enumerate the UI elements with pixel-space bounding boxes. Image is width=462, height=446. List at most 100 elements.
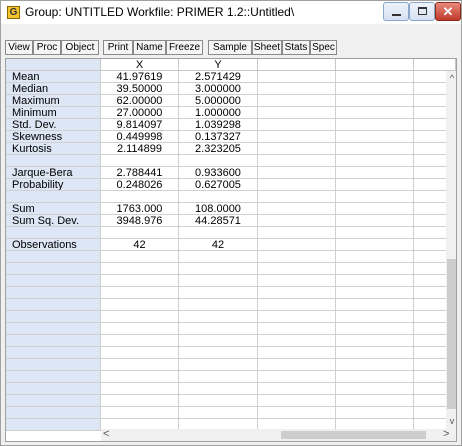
cell-empty[interactable] (258, 275, 336, 287)
cell-empty[interactable] (258, 131, 336, 143)
cell-empty[interactable] (258, 83, 336, 95)
cell-empty[interactable] (336, 371, 414, 383)
cell-y[interactable]: 44.28571 (179, 215, 258, 227)
cell-x[interactable] (101, 275, 179, 287)
cell-empty[interactable] (258, 191, 336, 203)
cell-x[interactable] (101, 371, 179, 383)
cell-y[interactable] (179, 299, 258, 311)
cell-x[interactable] (101, 299, 179, 311)
cell-empty[interactable] (336, 83, 414, 95)
cell-empty[interactable] (336, 203, 414, 215)
cell-x[interactable]: 42 (101, 239, 179, 251)
cell-empty[interactable] (336, 311, 414, 323)
cell-empty[interactable] (258, 107, 336, 119)
minimize-button[interactable] (383, 2, 409, 21)
cell-y[interactable]: 3.000000 (179, 83, 258, 95)
cell-empty[interactable] (336, 299, 414, 311)
maximize-button[interactable] (409, 2, 435, 21)
cell-empty[interactable] (258, 155, 336, 167)
scroll-down-icon[interactable]: v (446, 416, 456, 426)
cell-y[interactable] (179, 251, 258, 263)
scroll-left-icon[interactable]: < (103, 428, 109, 440)
cell-empty[interactable] (336, 131, 414, 143)
cell-y[interactable]: 2.323205 (179, 143, 258, 155)
cell-empty[interactable] (258, 251, 336, 263)
cell-empty[interactable] (336, 95, 414, 107)
cell-y[interactable] (179, 395, 258, 407)
cell-x[interactable]: 9.814097 (101, 119, 179, 131)
cell-x[interactable] (101, 395, 179, 407)
cell-y[interactable] (179, 287, 258, 299)
cell-empty[interactable] (336, 119, 414, 131)
scroll-up-icon[interactable]: ^ (446, 73, 456, 83)
vertical-scrollbar[interactable]: ^ v (446, 71, 456, 429)
cell-y[interactable] (179, 275, 258, 287)
spreadsheet-grid[interactable]: X Y Mean 41.97619 2.571429 Median 39.50000 3.… (5, 58, 457, 442)
cell-x[interactable] (101, 287, 179, 299)
cell-empty[interactable] (258, 383, 336, 395)
cell-empty[interactable] (258, 299, 336, 311)
toolbar-sheet-button[interactable]: Sheet (252, 40, 282, 55)
cell-x[interactable]: 0.248026 (101, 179, 179, 191)
cell-x[interactable] (101, 251, 179, 263)
vertical-scroll-thumb[interactable] (447, 259, 456, 409)
cell-empty[interactable] (336, 143, 414, 155)
cell-x[interactable]: 1763.000 (101, 203, 179, 215)
close-button[interactable]: ✕ (435, 2, 461, 21)
cell-x[interactable] (101, 407, 179, 419)
cell-empty[interactable] (336, 107, 414, 119)
cell-y[interactable] (179, 323, 258, 335)
cell-empty[interactable] (258, 311, 336, 323)
cell-y[interactable] (179, 263, 258, 275)
cell-x[interactable] (101, 191, 179, 203)
cell-x[interactable]: 0.449998 (101, 131, 179, 143)
cell-empty[interactable] (336, 275, 414, 287)
cell-x[interactable]: 62.00000 (101, 95, 179, 107)
cell-empty[interactable] (258, 395, 336, 407)
cell-empty[interactable] (258, 179, 336, 191)
cell-x[interactable] (101, 323, 179, 335)
toolbar-name-button[interactable]: Name (133, 40, 166, 55)
cell-x[interactable] (101, 335, 179, 347)
cell-empty[interactable] (258, 335, 336, 347)
toolbar-object-button[interactable]: Object (61, 40, 99, 55)
cell-y[interactable] (179, 383, 258, 395)
cell-x[interactable] (101, 311, 179, 323)
cell-empty[interactable] (258, 227, 336, 239)
cell-x[interactable]: 27.00000 (101, 107, 179, 119)
cell-x[interactable]: 41.97619 (101, 71, 179, 83)
cell-empty[interactable] (258, 215, 336, 227)
cell-empty[interactable] (336, 167, 414, 179)
cell-y[interactable] (179, 335, 258, 347)
toolbar-spec-button[interactable]: Spec (310, 40, 337, 55)
cell-x[interactable] (101, 227, 179, 239)
cell-empty[interactable] (258, 371, 336, 383)
cell-y[interactable] (179, 311, 258, 323)
cell-empty[interactable] (336, 287, 414, 299)
cell-x[interactable] (101, 263, 179, 275)
cell-y[interactable]: 1.039298 (179, 119, 258, 131)
toolbar-stats-button[interactable]: Stats (282, 40, 310, 55)
cell-empty[interactable] (258, 71, 336, 83)
cell-empty[interactable] (336, 383, 414, 395)
column-header-x[interactable]: X (101, 59, 179, 71)
cell-y[interactable] (179, 227, 258, 239)
cell-empty[interactable] (258, 203, 336, 215)
cell-y[interactable] (179, 371, 258, 383)
cell-empty[interactable] (336, 215, 414, 227)
cell-x[interactable]: 3948.976 (101, 215, 179, 227)
cell-empty[interactable] (336, 191, 414, 203)
cell-empty[interactable] (336, 395, 414, 407)
cell-empty[interactable] (336, 155, 414, 167)
cell-empty[interactable] (336, 263, 414, 275)
cell-y[interactable] (179, 359, 258, 371)
cell-y[interactable]: 5.000000 (179, 95, 258, 107)
cell-empty[interactable] (258, 359, 336, 371)
cell-y[interactable]: 1.000000 (179, 107, 258, 119)
cell-empty[interactable] (258, 407, 336, 419)
toolbar-freeze-button[interactable]: Freeze (166, 40, 203, 55)
cell-empty[interactable] (336, 239, 414, 251)
cell-empty[interactable] (258, 167, 336, 179)
cell-empty[interactable] (336, 359, 414, 371)
cell-empty[interactable] (258, 263, 336, 275)
